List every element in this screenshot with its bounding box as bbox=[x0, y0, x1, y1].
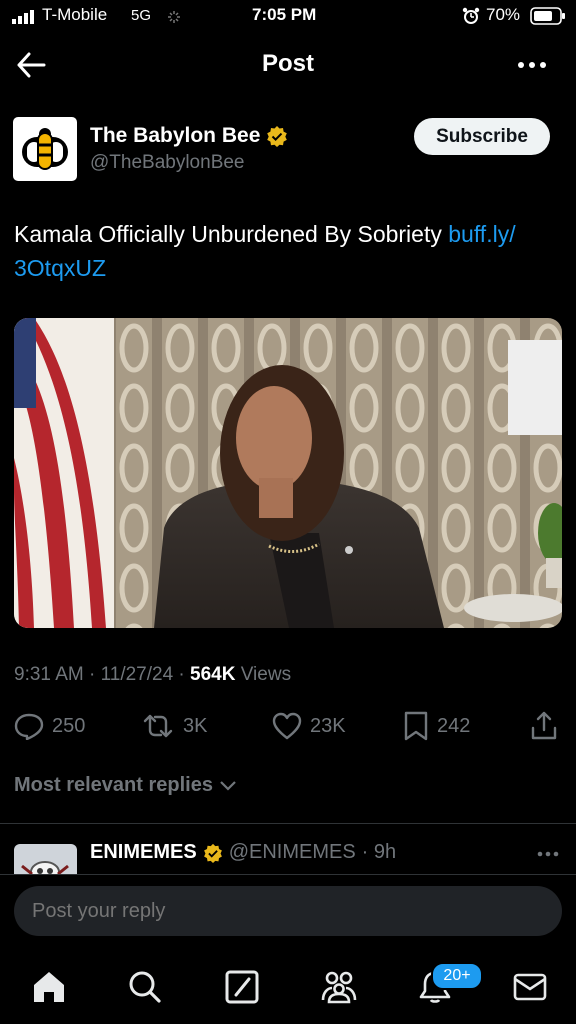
carrier-label: T-Mobile bbox=[42, 5, 108, 24]
video-frame bbox=[14, 318, 562, 628]
author-name-row: The Babylon Bee bbox=[90, 124, 288, 148]
tweet-timestamp: 9:31 AM · 11/27/24 · bbox=[14, 664, 191, 685]
share-icon bbox=[531, 711, 557, 740]
replies-sort-dropdown[interactable]: Most relevant replies bbox=[14, 774, 237, 797]
tweet-body: Kamala Officially Unburdened By Sobriety bbox=[14, 221, 449, 247]
reply-avatar[interactable] bbox=[14, 844, 77, 874]
tweet-text: Kamala Officially Unburdened By Sobriety… bbox=[14, 217, 566, 285]
search-icon[interactable] bbox=[128, 970, 162, 1004]
battery-percent: 70% bbox=[486, 5, 521, 24]
tweet-link-continued[interactable]: 3OtqxUZ bbox=[14, 255, 106, 281]
bookmark-count: 242 bbox=[437, 714, 471, 737]
grok-icon[interactable] bbox=[225, 970, 259, 1004]
author-name[interactable]: The Babylon Bee bbox=[90, 124, 260, 148]
communities-icon[interactable] bbox=[320, 970, 358, 1004]
messages-envelope-icon[interactable] bbox=[512, 970, 548, 1004]
chevron-down-icon bbox=[220, 780, 236, 791]
reply-author-handle[interactable]: @ENIMEMES bbox=[229, 841, 356, 864]
share-button[interactable] bbox=[530, 706, 558, 746]
reply-age: · 9h bbox=[361, 841, 397, 863]
reply-input[interactable] bbox=[14, 886, 562, 936]
author-avatar[interactable] bbox=[13, 117, 77, 181]
like-count: 23K bbox=[310, 714, 346, 737]
subscribe-button[interactable]: Subscribe bbox=[414, 118, 550, 155]
battery-icon bbox=[530, 7, 565, 25]
repost-button[interactable]: 3K bbox=[141, 706, 207, 746]
skull-avatar-icon bbox=[21, 861, 69, 874]
repost-icon bbox=[143, 714, 173, 738]
bottom-nav: 20+ bbox=[0, 950, 576, 1024]
top-app-bar: Post bbox=[0, 36, 576, 96]
reply-header: ENIMEMES @ENIMEMES · 9h bbox=[90, 841, 396, 864]
tweet-meta: 9:31 AM · 11/27/24 · 564K Views bbox=[14, 664, 291, 686]
reply-more-icon[interactable] bbox=[537, 851, 559, 857]
compose-bar bbox=[0, 874, 576, 951]
reply-button[interactable]: 250 bbox=[14, 706, 85, 746]
verified-badge-icon bbox=[267, 126, 288, 147]
heart-icon bbox=[272, 712, 302, 740]
bookmark-button[interactable]: 242 bbox=[403, 706, 470, 746]
tweet-link[interactable]: buff.ly/ bbox=[448, 221, 515, 247]
views-label: Views bbox=[235, 664, 292, 685]
reply-count: 250 bbox=[52, 714, 86, 737]
notifications-badge: 20+ bbox=[431, 962, 483, 990]
views-count: 564K bbox=[190, 664, 236, 685]
tweet-video[interactable] bbox=[14, 318, 562, 628]
alarm-icon bbox=[462, 7, 480, 24]
home-icon[interactable] bbox=[32, 970, 66, 1004]
more-options-icon[interactable] bbox=[517, 61, 547, 69]
bee-logo-icon bbox=[22, 128, 68, 170]
replies-sort-label: Most relevant replies bbox=[14, 774, 213, 796]
repost-count: 3K bbox=[183, 714, 208, 737]
reply-preview[interactable]: ENIMEMES @ENIMEMES · 9h bbox=[0, 824, 576, 874]
verified-badge-icon bbox=[203, 843, 222, 863]
page-title: Post bbox=[261, 50, 314, 77]
reply-icon bbox=[14, 713, 44, 740]
signal-icon bbox=[12, 10, 34, 24]
loading-icon bbox=[168, 11, 180, 23]
author-handle[interactable]: @TheBabylonBee bbox=[90, 152, 245, 174]
status-bar: T-Mobile 5G 7:05 PM 70% bbox=[0, 0, 576, 32]
clock: 7:05 PM bbox=[252, 5, 317, 24]
network-label: 5G bbox=[131, 7, 152, 24]
like-button[interactable]: 23K bbox=[272, 706, 346, 746]
reply-author-name[interactable]: ENIMEMES bbox=[90, 841, 197, 864]
bookmark-icon bbox=[404, 711, 428, 741]
